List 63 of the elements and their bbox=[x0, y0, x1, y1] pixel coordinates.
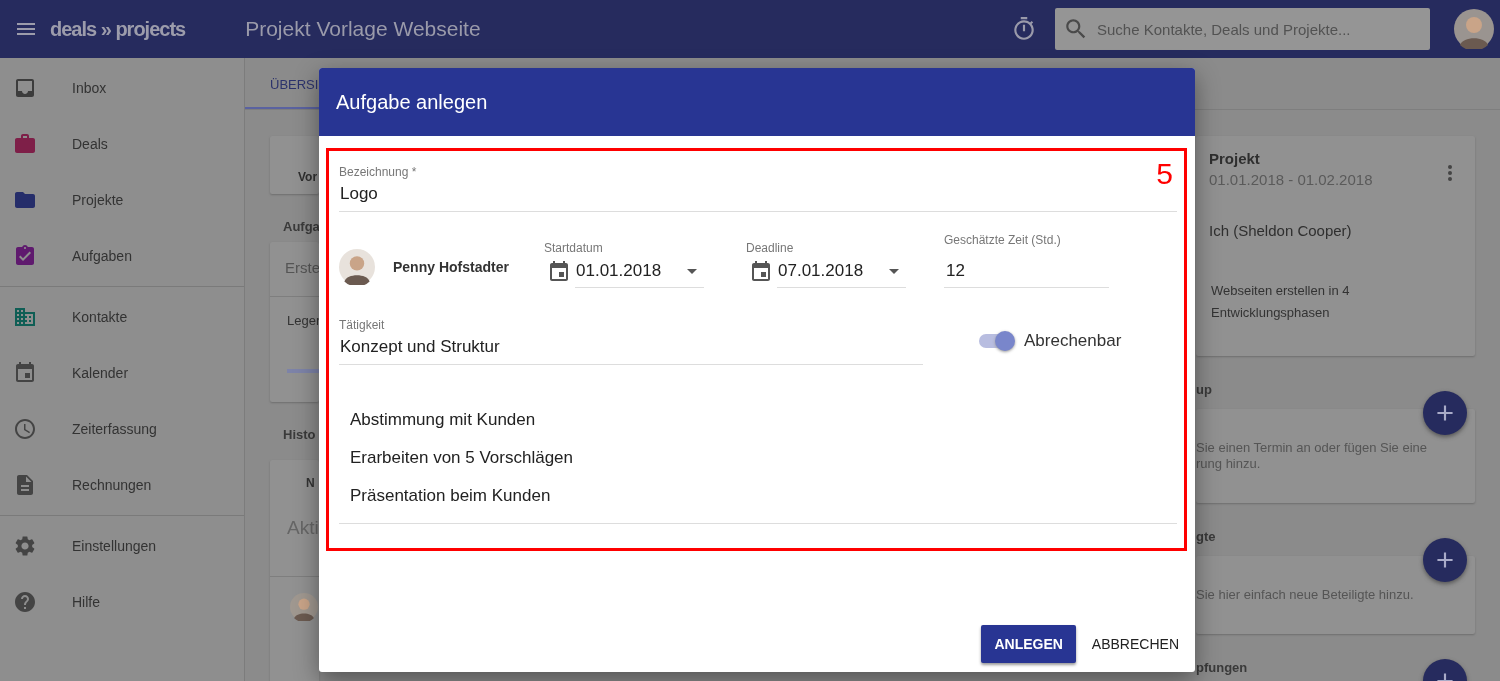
column-header: N bbox=[305, 475, 316, 490]
toggle-switch[interactable]: Abrechenbar bbox=[979, 331, 1122, 351]
section-heading: gte bbox=[1196, 529, 1216, 546]
text-field[interactable]: Tätigkeit Konzept und Struktur bbox=[339, 314, 923, 365]
legend-text: Leger bbox=[286, 312, 319, 328]
help-icon bbox=[13, 590, 37, 614]
list-item[interactable]: Präsentation beim Kunden bbox=[350, 477, 1177, 515]
project-description: Webseiten erstellen in 4 Entwicklungsphasen bbox=[1211, 282, 1351, 322]
field-label: Startdatum bbox=[544, 241, 603, 255]
inbox-tray-icon bbox=[13, 76, 37, 100]
field-label: Geschätzte Zeit (Std.) bbox=[944, 233, 1061, 247]
nav-item[interactable]: Einstellungen bbox=[0, 518, 244, 574]
add-button[interactable] bbox=[1423, 538, 1467, 582]
nav-item[interactable]: Kalender bbox=[0, 345, 244, 401]
project-title: Projekt Vorlage Webseite bbox=[245, 17, 482, 41]
field-label: Tätigkeit bbox=[339, 318, 385, 332]
nav-item[interactable]: Kontakte bbox=[0, 289, 244, 345]
nav-item[interactable]: Zeiterfassung bbox=[0, 401, 244, 457]
card-title: Vor bbox=[270, 136, 319, 194]
nav-item[interactable]: Projekte bbox=[0, 172, 244, 228]
card-title: Projekt bbox=[1209, 150, 1261, 167]
field-label: Bezeichnung * bbox=[339, 165, 417, 179]
number-field[interactable]: 12 bbox=[944, 255, 1109, 288]
section-heading: Aufga bbox=[283, 219, 319, 234]
hint-text: Sie einen Termin an oder fügen Sie eine rung hinzu. bbox=[1196, 440, 1429, 472]
create-button[interactable]: ANLEGEN bbox=[981, 625, 1076, 663]
owner-name: Ich (Sheldon Cooper) bbox=[1209, 222, 1353, 239]
cancel-button[interactable]: ABBRECHEN bbox=[1091, 625, 1179, 663]
section-heading: Histo bbox=[283, 427, 317, 442]
nav-item[interactable]: Inbox bbox=[0, 60, 244, 116]
avatar-figure bbox=[1454, 9, 1494, 49]
assignee-name[interactable]: Penny Hofstadter bbox=[393, 259, 509, 275]
calendar-icon bbox=[749, 259, 773, 284]
field-label: Deadline bbox=[746, 241, 794, 255]
nav-item[interactable]: Hilfe bbox=[0, 574, 244, 630]
building-icon bbox=[13, 305, 37, 329]
caret-icon bbox=[889, 268, 899, 274]
timer-button[interactable] bbox=[1011, 16, 1037, 42]
list-item[interactable]: Erarbeiten von 5 Vorschlägen bbox=[350, 439, 1177, 477]
calendar-icon bbox=[547, 259, 571, 284]
date-field[interactable]: 07.01.2018 bbox=[777, 255, 906, 288]
search-field[interactable]: Suche Kontakte, Deals und Projekte... bbox=[1055, 8, 1430, 50]
clipboard-check-icon bbox=[13, 244, 37, 268]
nav-item[interactable]: Aufgaben bbox=[0, 228, 244, 284]
nav-item[interactable]: Rechnungen bbox=[0, 457, 244, 513]
add-button[interactable] bbox=[1423, 391, 1467, 435]
settings-icon bbox=[13, 534, 37, 558]
list-item[interactable]: Abstimmung mit Kunden bbox=[350, 401, 1177, 439]
clock-icon bbox=[13, 417, 37, 441]
dialog-title: Aufgabe anlegen bbox=[319, 68, 1195, 136]
search-placeholder: Suche Kontakte, Deals und Projekte... bbox=[1097, 20, 1351, 38]
date-field[interactable]: 01.01.2018 bbox=[575, 255, 704, 288]
stopwatch-icon bbox=[1011, 16, 1037, 42]
user-avatar[interactable] bbox=[1454, 9, 1494, 49]
hint-text: Sie hier einfach neue Beteiligte hinzu. bbox=[1196, 587, 1415, 603]
app-logo[interactable]: deals » projects bbox=[50, 17, 186, 41]
section-heading: pfungen bbox=[1196, 660, 1248, 677]
more-icon[interactable] bbox=[1447, 164, 1453, 182]
section-heading: up bbox=[1196, 382, 1212, 399]
calendar-icon bbox=[13, 361, 37, 385]
caret-icon bbox=[687, 268, 697, 274]
briefcase-icon bbox=[13, 132, 37, 156]
nav-item[interactable]: Deals bbox=[0, 116, 244, 172]
